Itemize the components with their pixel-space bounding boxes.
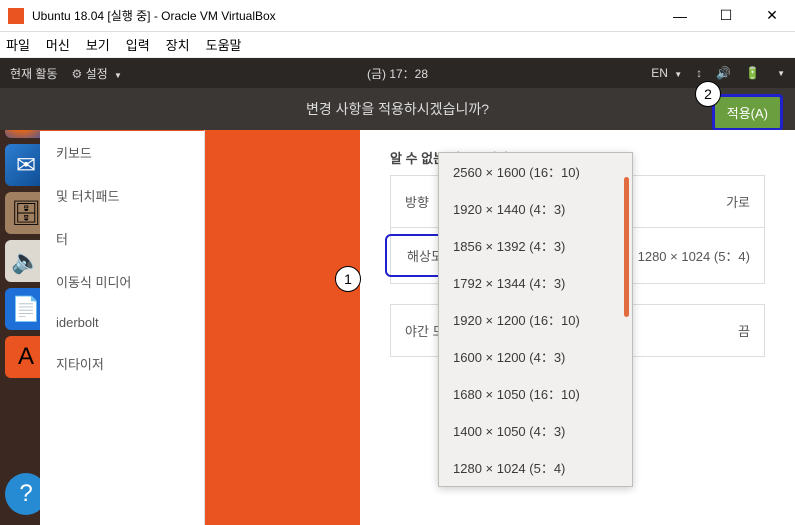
- system-menu-icon[interactable]: ▼: [777, 69, 785, 78]
- battery-icon[interactable]: 🔋: [745, 66, 760, 80]
- settings-sidebar: 플레이 키보드 및 터치패드 터 이동식 미디어 iderbolt 지타이저: [40, 88, 205, 525]
- gear-icon: ⚙: [72, 67, 83, 81]
- dropdown-scrollbar[interactable]: [624, 177, 629, 317]
- host-titlebar: Ubuntu 18.04 [실행 중] - Oracle VM VirtualB…: [0, 0, 795, 32]
- ubuntu-topbar: 현재 활동 ⚙ 설정 ▼ (금) 17：28 EN ▼ ↕ 🔊 🔋 ▼: [0, 58, 795, 88]
- settings-app-menu[interactable]: ⚙ 설정 ▼: [72, 65, 122, 82]
- chevron-down-icon: ▼: [114, 71, 122, 80]
- sidebar-item-removable-media[interactable]: 이동식 미디어: [40, 260, 204, 303]
- menu-file[interactable]: 파일: [6, 35, 30, 54]
- sidebar-item-thunderbolt[interactable]: iderbolt: [40, 303, 204, 342]
- resolution-value: 1280 × 1024 (5：4): [638, 246, 750, 265]
- clock[interactable]: (금) 17：28: [367, 65, 428, 82]
- dropdown-option[interactable]: 1680 × 1050 (16：10): [439, 375, 632, 412]
- menu-help[interactable]: 도움말: [206, 35, 242, 54]
- dropdown-option[interactable]: 2560 × 1600 (16：10): [439, 153, 632, 190]
- menu-machine[interactable]: 머신: [46, 35, 70, 54]
- menu-devices[interactable]: 장치: [166, 35, 190, 54]
- volume-icon[interactable]: 🔊: [716, 66, 731, 80]
- input-language[interactable]: EN ▼: [651, 66, 682, 80]
- orientation-label: 방향: [405, 192, 429, 211]
- orientation-value: 가로: [726, 192, 750, 211]
- virtualbox-icon: [8, 8, 24, 24]
- callout-2: 2: [695, 81, 721, 107]
- dialog-header: 변경 사항을 적용하시겠습니까? 적용(A): [0, 88, 795, 130]
- activities-button[interactable]: 현재 활동: [10, 65, 58, 82]
- dropdown-option[interactable]: 1920 × 1440 (4：3): [439, 190, 632, 227]
- virtualbox-menubar: 파일 머신 보기 입력 장치 도움말: [0, 32, 795, 58]
- dropdown-option[interactable]: 1792 × 1344 (4：3): [439, 264, 632, 301]
- menu-input[interactable]: 입력: [126, 35, 150, 54]
- apply-button[interactable]: 적용(A): [712, 94, 783, 131]
- close-button[interactable]: ✕: [749, 0, 795, 32]
- menu-view[interactable]: 보기: [86, 35, 110, 54]
- dropdown-option[interactable]: 1280 × 1024 (5：4): [439, 449, 632, 486]
- resolution-dropdown[interactable]: 2560 × 1600 (16：10) 1920 × 1440 (4：3) 18…: [438, 152, 633, 487]
- window-title: Ubuntu 18.04 [실행 중] - Oracle VM VirtualB…: [32, 7, 657, 24]
- dropdown-option[interactable]: 1400 × 1050 (4：3): [439, 412, 632, 449]
- chevron-down-icon: ▼: [674, 70, 682, 79]
- dialog-title: 변경 사항을 적용하시겠습니까?: [306, 99, 489, 119]
- sidebar-item-printer[interactable]: 터: [40, 217, 204, 260]
- dropdown-option[interactable]: 1600 × 1200 (4：3): [439, 338, 632, 375]
- sidebar-item-keyboard[interactable]: 키보드: [40, 131, 204, 174]
- main-area: ✉ 🗄 🔈 📄 A ? 플레이 키보드 및 터치패드 터 이동식 미디어 ide…: [0, 88, 795, 525]
- minimize-button[interactable]: —: [657, 0, 703, 32]
- callout-1: 1: [335, 266, 361, 292]
- network-icon[interactable]: ↕: [696, 66, 702, 80]
- sidebar-item-touchpad[interactable]: 및 터치패드: [40, 174, 204, 217]
- dropdown-option[interactable]: 1856 × 1392 (4：3): [439, 227, 632, 264]
- dropdown-option[interactable]: 1920 × 1200 (16：10): [439, 301, 632, 338]
- nightmode-value: 끔: [738, 321, 750, 340]
- maximize-button[interactable]: ☐: [703, 0, 749, 32]
- sidebar-item-wacom[interactable]: 지타이저: [40, 342, 204, 385]
